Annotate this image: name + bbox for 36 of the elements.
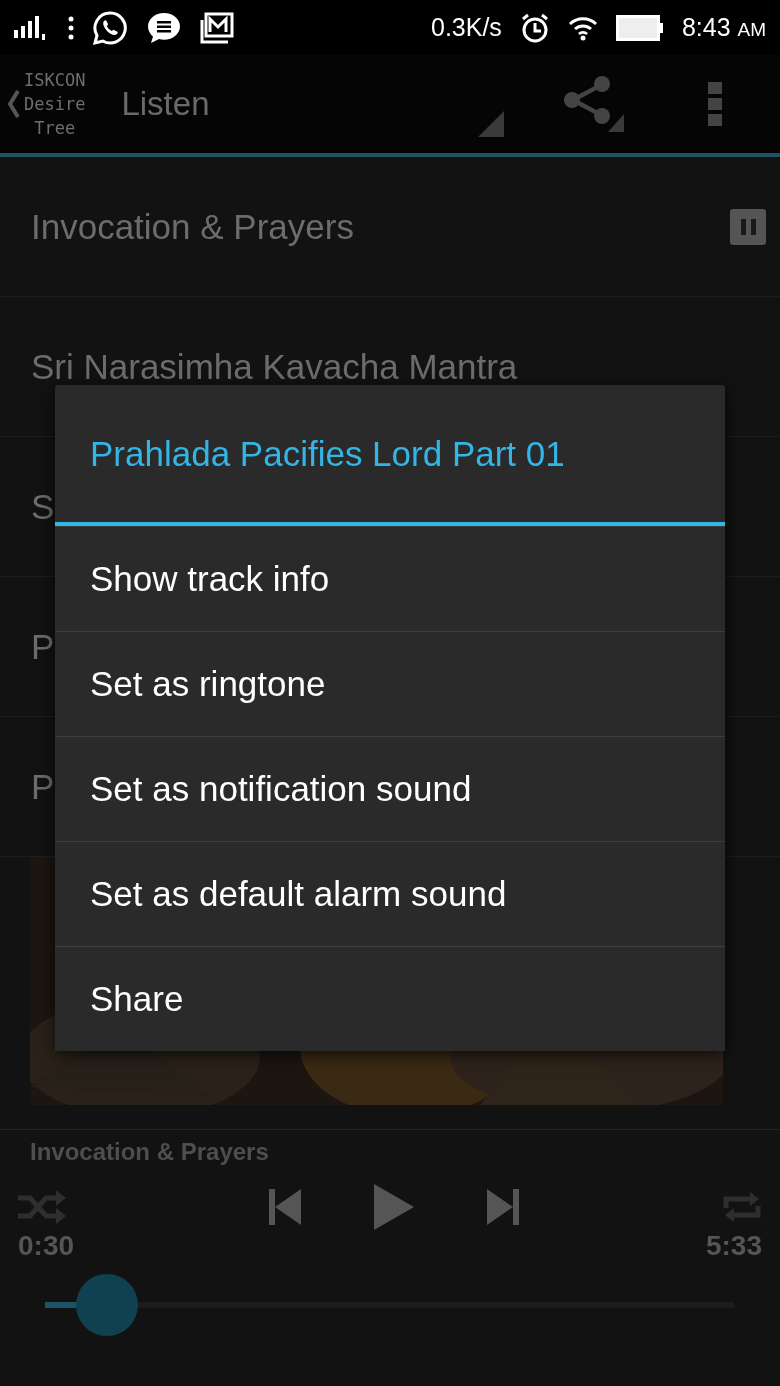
track-title: S: [31, 486, 55, 527]
alarm-clock-icon: [519, 11, 550, 44]
total-duration: 5:33: [705, 1230, 762, 1262]
menu-item[interactable]: Set as default alarm sound: [55, 841, 725, 946]
shuffle-button[interactable]: [18, 1190, 66, 1224]
network-speed: 0.3K/s: [431, 13, 502, 42]
menu-item[interactable]: Set as ringtone: [55, 631, 725, 736]
repeat-button[interactable]: [722, 1190, 762, 1224]
elapsed-time: 0:30: [18, 1230, 75, 1262]
share-button[interactable]: [562, 76, 626, 132]
logo-text: Tree: [34, 117, 76, 140]
pause-icon[interactable]: [730, 208, 766, 245]
track-row[interactable]: Invocation & Prayers: [0, 157, 780, 297]
logo-text: ISKCON: [24, 69, 86, 92]
back-chevron-icon: [8, 90, 20, 118]
clock-time: 8:43 AM: [681, 13, 766, 42]
track-title: P: [31, 766, 55, 807]
wifi-icon: [567, 14, 598, 41]
track-title: Sri Narasimha Kavacha Mantra: [31, 346, 518, 387]
menu-item[interactable]: Set as notification sound: [55, 736, 725, 841]
menu-item[interactable]: Share: [55, 946, 725, 1051]
track-title: Invocation & Prayers: [31, 206, 354, 247]
battery-icon: [615, 14, 664, 41]
screen-title: Listen: [121, 85, 210, 123]
now-playing-title: Invocation & Prayers: [30, 1138, 269, 1166]
previous-button[interactable]: [269, 1189, 301, 1225]
more-icon: [68, 15, 74, 40]
overflow-menu-button[interactable]: [708, 82, 722, 126]
mail-icon: [200, 11, 234, 44]
chat-bubble-icon: [146, 10, 182, 45]
menu-item[interactable]: Show track info: [55, 526, 725, 631]
phone-chat-icon: [92, 9, 128, 46]
play-button[interactable]: [374, 1184, 414, 1230]
logo-text: Desire: [24, 93, 86, 116]
next-button[interactable]: [487, 1189, 519, 1225]
track-title: P: [31, 626, 55, 667]
